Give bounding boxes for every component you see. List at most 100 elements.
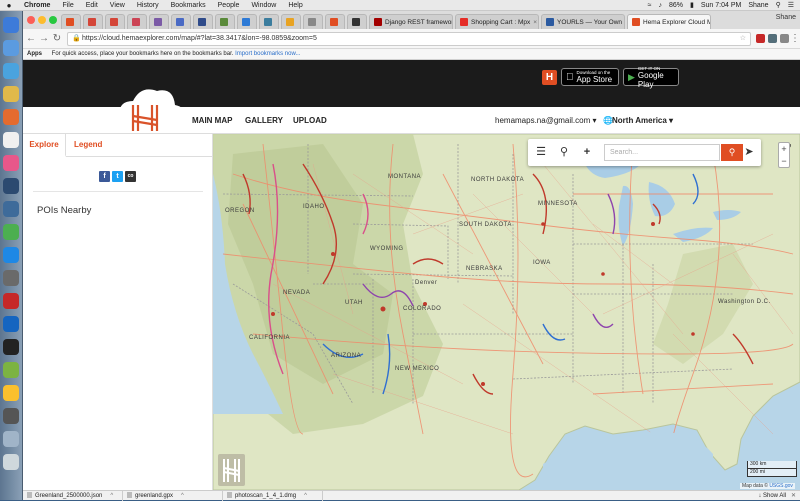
launchpad-icon[interactable]	[3, 40, 19, 56]
browser-tab[interactable]: YOURLS — Your Own URL×	[541, 14, 625, 29]
google-play-button[interactable]: ▶ GET IT ON Google Play	[623, 66, 679, 89]
chevron-up-icon[interactable]: ^	[304, 493, 307, 499]
app-icon-4[interactable]	[3, 247, 19, 263]
chevron-up-icon[interactable]: ^	[110, 493, 113, 499]
notification-center-icon[interactable]: ☰	[788, 1, 794, 9]
browser-tab[interactable]: Django REST framework×	[369, 14, 453, 29]
acrobat-icon[interactable]	[3, 293, 19, 309]
search-icon[interactable]: ⚲	[776, 1, 781, 9]
browser-tab[interactable]	[105, 14, 125, 29]
reload-icon[interactable]: ↻	[51, 33, 63, 45]
user-name[interactable]: Shane	[748, 2, 768, 9]
downloads-folder-icon[interactable]	[3, 431, 19, 447]
menu-app-name[interactable]: Chrome	[18, 2, 56, 9]
facebook-share-icon[interactable]: f	[99, 171, 110, 182]
nav-main-map[interactable]: MAIN MAP	[192, 116, 232, 125]
menu-file[interactable]: File	[56, 2, 79, 9]
address-bar[interactable]: 🔒 https://cloud.hemaexplorer.com/map/#?l…	[67, 32, 751, 46]
navigate-icon[interactable]: ➤	[742, 145, 756, 159]
menu-edit[interactable]: Edit	[80, 2, 104, 9]
menu-people[interactable]: People	[212, 2, 246, 9]
app-icon-3[interactable]	[3, 224, 19, 240]
region-dropdown[interactable]: North America ▾	[612, 116, 673, 125]
browser-tab[interactable]	[193, 14, 213, 29]
battery-icon[interactable]: ▮	[690, 1, 694, 9]
browser-tab[interactable]: Shopping Cart : Mpx ×	[455, 14, 539, 29]
zoom-in-button[interactable]: +	[779, 143, 789, 155]
nav-gallery[interactable]: GALLERY	[245, 116, 283, 125]
extension-icon-3[interactable]	[780, 34, 789, 43]
firefox-icon[interactable]	[3, 109, 19, 125]
attribution-link[interactable]: USGS.gov	[769, 483, 793, 489]
finder-icon[interactable]	[3, 17, 19, 33]
browser-tab[interactable]	[127, 14, 147, 29]
profile-name[interactable]: Shane	[776, 14, 796, 21]
apps-shortcut[interactable]: Apps	[27, 51, 42, 57]
apple-menu-icon[interactable]: ●	[0, 1, 18, 10]
layers-icon[interactable]: ☰	[534, 145, 548, 159]
browser-tab[interactable]	[303, 14, 323, 29]
app-icon-7[interactable]	[3, 362, 19, 378]
hema-app-badge[interactable]: H	[542, 70, 557, 85]
add-icon[interactable]: +	[580, 145, 594, 159]
safari-icon[interactable]	[3, 63, 19, 79]
tab-explore[interactable]: Explore	[23, 134, 66, 157]
chrome-menu-icon[interactable]: ⋮	[789, 33, 800, 45]
terminal-icon[interactable]	[3, 339, 19, 355]
browser-tab[interactable]	[61, 14, 81, 29]
extension-icon-1[interactable]	[756, 34, 765, 43]
chrome-icon[interactable]	[3, 86, 19, 102]
bookmark-star-icon[interactable]: ☆	[740, 33, 746, 45]
close-window-icon[interactable]	[27, 16, 35, 24]
menu-bookmarks[interactable]: Bookmarks	[165, 2, 212, 9]
browser-tab[interactable]	[347, 14, 367, 29]
location-pin-icon[interactable]: ⚲	[557, 145, 571, 159]
browser-tab[interactable]	[325, 14, 345, 29]
wifi-icon[interactable]: ≈	[648, 2, 652, 9]
menu-view[interactable]: View	[104, 2, 131, 9]
app-icon-6[interactable]	[3, 316, 19, 332]
app-icon-2[interactable]	[3, 201, 19, 217]
browser-tab[interactable]	[215, 14, 235, 29]
map-canvas[interactable]: OREGON IDAHO MONTANA NORTH DAKOTA SOUTH DAKO…	[213, 134, 800, 490]
chevron-up-icon[interactable]: ^	[181, 493, 184, 499]
map-search-button[interactable]: ⚲	[721, 144, 743, 161]
nav-upload[interactable]: UPLOAD	[293, 116, 327, 125]
minimize-window-icon[interactable]	[38, 16, 46, 24]
zoom-out-button[interactable]: −	[779, 155, 789, 167]
menu-history[interactable]: History	[131, 2, 165, 9]
maximize-window-icon[interactable]	[49, 16, 57, 24]
browser-tab[interactable]	[259, 14, 279, 29]
menu-window[interactable]: Window	[245, 2, 282, 9]
forward-icon[interactable]: →	[38, 33, 50, 45]
app-icon-9[interactable]	[3, 408, 19, 424]
map-view[interactable]: OREGON IDAHO MONTANA NORTH DAKOTA SOUTH DAKO…	[213, 134, 800, 490]
share-link-icon[interactable]: co	[125, 171, 136, 182]
extension-icon-2[interactable]	[768, 34, 777, 43]
music-icon[interactable]	[3, 155, 19, 171]
browser-tab[interactable]	[149, 14, 169, 29]
browser-tab[interactable]	[237, 14, 257, 29]
calendar-icon[interactable]	[3, 132, 19, 148]
app-icon-8[interactable]	[3, 385, 19, 401]
browser-tab[interactable]	[83, 14, 103, 29]
twitter-share-icon[interactable]: t	[112, 171, 123, 182]
tab-legend[interactable]: Legend	[74, 134, 102, 157]
volume-icon[interactable]: ♪	[658, 2, 662, 9]
tab-close-icon[interactable]: ×	[530, 19, 537, 26]
app-icon-5[interactable]	[3, 270, 19, 286]
menu-help[interactable]: Help	[282, 2, 308, 9]
clock[interactable]: Sun 7:04 PM	[701, 2, 741, 9]
import-bookmarks-link[interactable]: Import bookmarks now...	[235, 51, 300, 57]
hema-cloud-logo[interactable]	[103, 75, 187, 135]
account-dropdown[interactable]: hemamaps.na@gmail.com ▾	[495, 116, 597, 125]
app-store-button[interactable]:  Download on theApp Store	[561, 68, 619, 86]
app-icon-1[interactable]	[3, 178, 19, 194]
back-icon[interactable]: ←	[25, 33, 37, 45]
browser-tab[interactable]: Hema Explorer Cloud Ma×	[627, 14, 711, 29]
browser-tab[interactable]	[281, 14, 301, 29]
map-search-input[interactable]: Search...	[604, 144, 720, 161]
browser-tab[interactable]	[171, 14, 191, 29]
trash-icon[interactable]	[3, 454, 19, 470]
battery-percent[interactable]: 86%	[669, 2, 683, 9]
